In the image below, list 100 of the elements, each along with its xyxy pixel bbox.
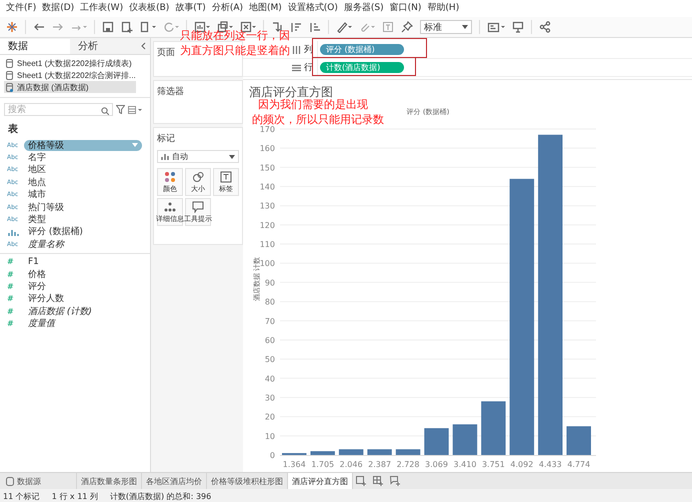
field-item[interactable]: F1 [24,256,43,268]
menu-item[interactable]: 窗口(N) [386,1,424,16]
menu-item[interactable]: 设置格式(O) [284,1,341,16]
tableau-logo-icon[interactable] [6,21,18,33]
data-source-item[interactable]: 酒店数据 (酒店数据) [4,81,136,93]
database-icon [6,476,14,486]
y-tick-label: 0 [270,451,275,460]
bar-chart-icon [161,153,169,160]
menu-item[interactable]: 帮助(H) [424,1,462,16]
x-tick-label: 4.092 [510,460,534,469]
menu-item[interactable]: 仪表板(B) [126,1,172,16]
menu-item[interactable]: 分析(A) [208,1,246,16]
show-cards-icon[interactable] [487,21,505,33]
caret-icon [462,25,468,29]
x-tick-label: 1.705 [311,460,334,469]
y-tick-label: 90 [264,278,275,288]
histogram-bar[interactable] [424,428,449,455]
y-tick-label: 160 [260,144,275,154]
field-item[interactable]: 城市 [24,189,50,200]
new-dashboard-icon[interactable] [373,476,384,486]
data-source-item[interactable]: Sheet1 (大数据2202操行成绩表) [4,57,150,69]
menu-item[interactable]: 服务器(S) [340,1,387,16]
field-item[interactable]: 评分 (数据桶) [24,226,87,238]
database-icon [6,58,13,68]
sheet-tab[interactable]: 酒店评分直方图 [288,473,353,489]
menu-item[interactable]: 数据(D) [39,1,78,16]
field-item[interactable]: 价格 [24,268,50,280]
y-tick-label: 100 [260,259,275,268]
paperclip-icon[interactable] [359,21,375,33]
database-icon [6,82,13,92]
histogram-bar[interactable] [452,424,478,455]
size-circles-icon [192,170,204,182]
histogram-bar[interactable] [538,134,563,455]
shelf-label: 行 [304,62,313,74]
columns-icon [292,46,301,54]
y-tick-label: 140 [260,182,275,192]
rows-icon [292,64,301,72]
menu-item[interactable]: 文件(F) [3,1,40,16]
y-tick-label: 30 [264,393,275,402]
presentation-icon[interactable] [512,21,524,33]
field-item[interactable]: 价格等级 [24,140,142,151]
y-tick-label: 70 [264,316,275,326]
y-tick-label: 10 [264,432,275,441]
search-icon[interactable] [101,107,109,115]
view-options-icon[interactable] [128,106,142,114]
section-title: 表 [7,122,19,137]
chart-title: 酒店评分直方图 [248,84,334,99]
histogram-bar[interactable] [338,449,364,455]
back-arrow-icon[interactable] [33,21,45,33]
y-tick-label: 60 [264,336,275,345]
highlight-pen-icon[interactable] [336,21,352,33]
mark-type-dropdown[interactable]: 自动 [157,150,239,163]
status-text: 计数(酒店数据) 的总和: 396 [110,490,212,502]
share-icon[interactable] [539,21,551,33]
pin-icon[interactable] [401,21,413,33]
y-tick-label: 170 [260,125,275,134]
panel-tab[interactable]: 分析 [70,38,140,54]
collapse-icon[interactable] [140,42,146,50]
menu-item[interactable]: 故事(T) [172,1,209,16]
histogram-bin-icon [7,228,21,236]
field-type-icon: # [7,282,21,291]
new-worksheet-icon[interactable] [356,476,367,486]
new-sheet-icon[interactable] [121,21,133,33]
histogram-bar[interactable] [481,401,506,455]
status-text: 11 个标记 [3,490,40,502]
menu-item[interactable]: 地图(M) [246,1,285,16]
field-item[interactable]: 酒店数据 (计数) [24,306,96,317]
panel-tab[interactable]: 数据 [0,38,70,54]
field-item[interactable]: 度量名称 [24,238,68,250]
tooltip-bubble-icon [192,200,204,212]
data-source-item[interactable]: Sheet1 (大数据2202综合测评排... [4,69,150,81]
field-item[interactable]: 名字 [24,152,50,164]
menu-item[interactable]: 工作表(W) [77,1,126,16]
histogram-bar[interactable] [510,178,534,455]
y-tick-label: 150 [260,163,275,172]
save-icon[interactable] [102,21,114,33]
sort-descending-icon[interactable] [309,21,321,33]
field-type-icon: # [7,257,21,266]
search-field[interactable]: 搜索 [4,103,113,116]
card-title: 页面 [157,48,175,58]
fit-dropdown[interactable]: 标准 [420,20,472,34]
filter-icon[interactable] [116,105,125,114]
field-item[interactable]: 评分 [24,280,50,292]
new-story-icon[interactable] [390,476,401,486]
field-item[interactable]: 地点 [24,176,50,188]
field-item[interactable]: 评分人数 [24,293,68,304]
sort-ascending-icon[interactable] [290,21,302,33]
database-icon [6,70,13,80]
histogram-bar[interactable] [367,449,392,455]
field-type-icon: # [7,294,21,304]
field-item[interactable]: 地区 [24,164,50,176]
field-item[interactable]: 热门等级 [24,202,68,213]
field-type-icon: # [7,270,21,279]
x-tick-label: 3.751 [482,460,505,469]
annotation-text: 只能放在列这一行，因 为直方图只能是竖着的 [180,28,290,58]
x-tick-label: 2.387 [368,460,392,469]
field-item[interactable]: 类型 [24,214,50,226]
field-item[interactable]: 度量值 [24,318,59,330]
caret-icon [229,154,235,158]
histogram-bar[interactable] [396,449,420,455]
